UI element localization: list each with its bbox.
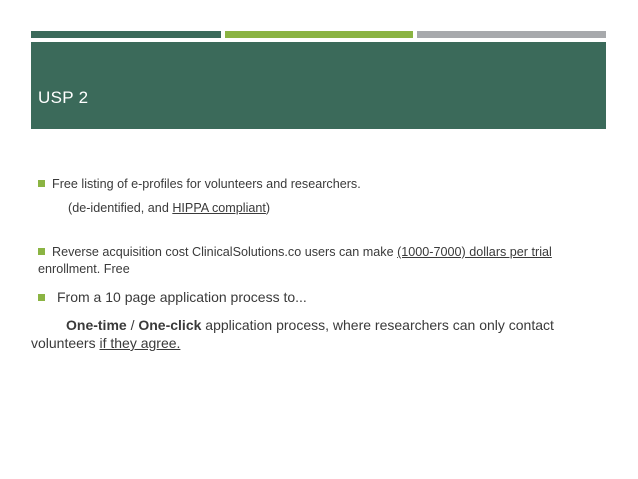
bullet-3-line-3: volunteers if they agree. xyxy=(31,335,180,351)
bullet-2-line-1: Reverse acquisition cost ClinicalSolutio… xyxy=(52,244,552,260)
bullet-1-sub-prefix: (de-identified, and xyxy=(68,201,173,215)
dollars-per-trial-link[interactable]: (1000-7000) dollars per trial xyxy=(397,245,552,259)
bullet-3-rest: application process, where researchers c… xyxy=(201,317,554,333)
slide-title: USP 2 xyxy=(38,88,89,107)
hippa-compliant-link[interactable]: HIPPA compliant xyxy=(172,201,266,215)
bullet-3-text: From a 10 page application process to... xyxy=(57,289,307,305)
bullet-square-icon xyxy=(38,180,45,187)
bullet-1-subtext: (de-identified, and HIPPA compliant) xyxy=(68,200,270,216)
accent-bar-green-dark xyxy=(31,31,221,38)
bullet-square-icon xyxy=(38,248,45,255)
bullet-2-line-2: enrollment. Free xyxy=(38,262,130,276)
bullet-2-prefix: Reverse acquisition cost ClinicalSolutio… xyxy=(52,245,398,259)
bullet-square-icon xyxy=(38,294,45,301)
bullet-3-line-2: One-time / One-click application process… xyxy=(66,317,554,333)
one-click-label: One-click xyxy=(138,317,202,333)
accent-bar-green-light xyxy=(225,31,413,38)
bullet-1-text: Free listing of e-profiles for volunteer… xyxy=(52,177,361,191)
separator: / xyxy=(126,317,139,333)
accent-bar-gray xyxy=(417,31,606,38)
bullet-3-line-3-prefix: volunteers xyxy=(31,335,100,351)
title-banner: USP 2 xyxy=(31,42,606,129)
one-time-label: One-time xyxy=(66,317,127,333)
bullet-1-sub-suffix: ) xyxy=(265,201,271,215)
if-they-agree-link[interactable]: if they agree. xyxy=(99,335,180,351)
